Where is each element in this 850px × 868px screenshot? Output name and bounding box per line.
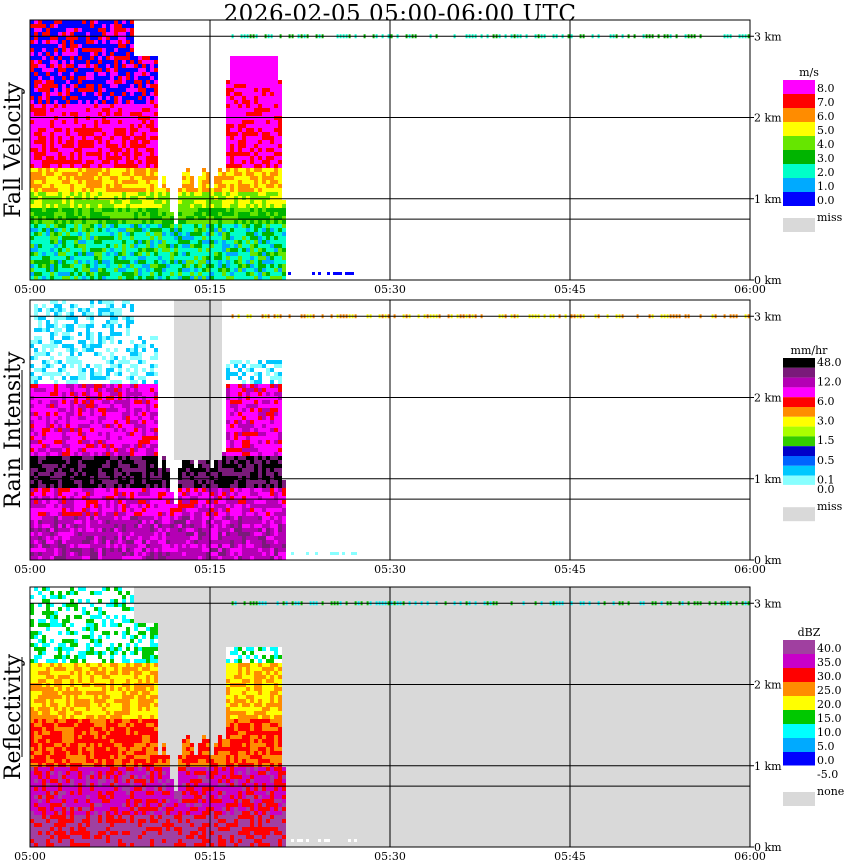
legend-swatch <box>783 738 815 752</box>
y-tick-label: 2 km <box>754 392 782 405</box>
y-tick-label: 3 km <box>754 310 782 323</box>
y-tick-label: 0 km <box>754 274 782 287</box>
y-tick-label: 3 km <box>754 30 782 43</box>
legend-label: 6.0 <box>817 395 835 408</box>
legend-swatch <box>783 465 815 476</box>
legend-swatch <box>783 710 815 724</box>
legend-miss-label: none <box>817 785 844 798</box>
legend-miss-label: miss <box>817 500 843 513</box>
legend-swatch <box>783 752 815 766</box>
legend-label: 8.0 <box>817 82 835 95</box>
legend-label: 20.0 <box>817 698 842 711</box>
color-legend: m/s 8.07.06.05.04.03.02.01.00.0 miss <box>783 66 843 232</box>
legend-label: 1.5 <box>817 434 835 447</box>
x-tick-label: 05:00 <box>14 563 46 576</box>
legend-swatch <box>783 426 815 437</box>
legend-swatch <box>783 367 815 378</box>
x-tick-label: 05:45 <box>554 563 586 576</box>
legend-label: 7.0 <box>817 96 835 109</box>
y-tick-label: 1 km <box>754 473 782 486</box>
x-tick-label: 05:00 <box>14 850 46 863</box>
legend-miss-swatch <box>783 507 815 522</box>
legend-miss-label: miss <box>817 211 843 224</box>
legend-swatch <box>783 122 815 136</box>
legend-label: 5.0 <box>817 124 835 137</box>
x-tick-label: 05:30 <box>374 283 406 296</box>
legend-miss-swatch <box>783 218 815 232</box>
legend-label: 40.0 <box>817 642 842 655</box>
y-tick-label: 1 km <box>754 193 782 206</box>
x-tick-label: 05:45 <box>554 283 586 296</box>
x-tick-label: 05:45 <box>554 850 586 863</box>
legend-swatch <box>783 407 815 417</box>
legend-swatch <box>783 108 815 122</box>
legend-swatch <box>783 397 815 407</box>
legend-swatch <box>783 654 815 668</box>
legend-swatch <box>783 178 815 192</box>
y-tick-label: 1 km <box>754 760 782 773</box>
legend-swatch <box>783 446 815 456</box>
legend-unit: dBZ <box>798 626 821 639</box>
legend-swatch <box>783 456 815 466</box>
legend-label: 0.0 <box>817 194 835 207</box>
x-tick-label: 05:15 <box>194 850 226 863</box>
legend-swatch <box>783 377 815 388</box>
legend-swatch <box>783 475 815 486</box>
legend-label: 3.0 <box>817 415 835 428</box>
legend-swatch <box>783 192 815 206</box>
legend-swatch <box>782 484 816 496</box>
legend-label: 6.0 <box>817 110 835 123</box>
x-tick-label: 05:30 <box>374 850 406 863</box>
legend-label: 4.0 <box>817 138 835 151</box>
legend-label: 0.5 <box>817 454 835 467</box>
legend-swatch <box>783 136 815 150</box>
legend-swatch <box>783 358 815 368</box>
legend-swatch <box>783 640 815 654</box>
legend-label: 0.0 <box>817 483 835 496</box>
legend-label: 0.0 <box>817 754 835 767</box>
legend-swatch <box>783 696 815 710</box>
legend-label: 1.0 <box>817 180 835 193</box>
legend-label: 35.0 <box>817 656 842 669</box>
legend-label: 2.0 <box>817 166 835 179</box>
panel-1: 05:00 05:15 05:30 05:45 06:000 km1 km2 km3 k… <box>1 19 843 296</box>
color-legend: dBZ 40.035.030.025.020.015.010.05.00.0-5.… <box>782 626 844 806</box>
panel-2: 05:00 05:15 05:30 05:45 06:000 km1 km2 km3 k… <box>1 299 843 576</box>
panel-3: 05:00 05:15 05:30 05:45 06:000 km1 km2 km3 k… <box>1 586 844 863</box>
x-tick-label: 05:15 <box>194 283 226 296</box>
legend-unit: m/s <box>799 66 819 79</box>
legend-label: 30.0 <box>817 670 842 683</box>
radar-plots: 05:00 05:15 05:30 05:45 06:000 km1 km2 km3 k… <box>1 19 844 863</box>
x-tick-label: 05:15 <box>194 563 226 576</box>
legend-swatch <box>783 416 815 427</box>
legend-label: 48.0 <box>817 356 842 369</box>
y-tick-label: 3 km <box>754 597 782 610</box>
legend-swatch <box>783 724 815 738</box>
legend-swatch <box>782 765 816 781</box>
y-tick-label: 2 km <box>754 679 782 692</box>
legend-swatch <box>783 387 815 398</box>
y-tick-label: 2 km <box>754 112 782 125</box>
legend-label: 12.0 <box>817 375 842 388</box>
x-tick-label: 05:00 <box>14 283 46 296</box>
legend-swatch <box>783 150 815 164</box>
x-tick-label: 05:30 <box>374 563 406 576</box>
legend-swatch <box>783 436 815 447</box>
legend-swatch <box>783 94 815 108</box>
legend-label: -5.0 <box>817 768 838 781</box>
y-tick-label: 0 km <box>754 841 782 854</box>
legend-label: 25.0 <box>817 684 842 697</box>
legend-swatch <box>783 668 815 682</box>
legend-miss-swatch <box>783 792 815 806</box>
legend-swatch <box>783 80 815 94</box>
color-legend: mm/hr48.012.06.03.01.50.50.10.0miss <box>782 344 843 522</box>
legend-label: 3.0 <box>817 152 835 165</box>
legend-label: 15.0 <box>817 712 842 725</box>
y-tick-label: 0 km <box>754 554 782 567</box>
legend-swatch <box>783 164 815 178</box>
legend-label: 10.0 <box>817 726 842 739</box>
legend-swatch <box>783 682 815 696</box>
legend-label: 5.0 <box>817 740 835 753</box>
